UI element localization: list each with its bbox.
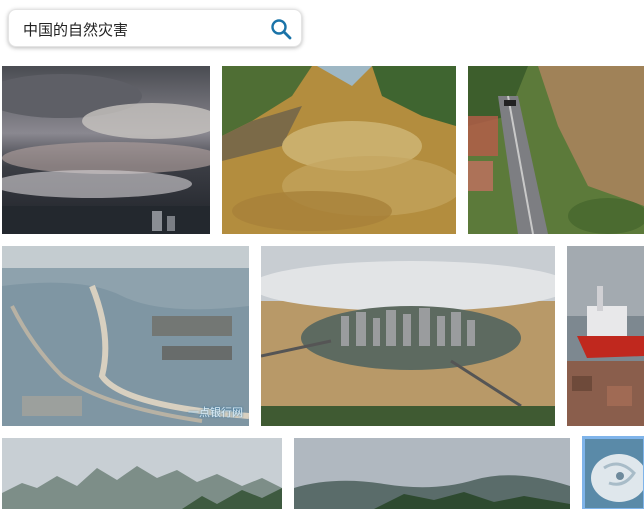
result-thumbnail-misty-lake[interactable]: [294, 438, 570, 509]
search-box: [8, 9, 302, 47]
result-thumbnail-karst-mountains[interactable]: [2, 438, 282, 509]
typhoon-ship-image: [567, 246, 644, 426]
flood-river-image: [222, 66, 456, 234]
watermark-text: 一点银行网: [188, 406, 243, 419]
search-button[interactable]: [267, 15, 295, 43]
search-icon: [271, 19, 292, 40]
karst-mountains-image: [2, 438, 282, 509]
result-thumbnail-typhoon-ship[interactable]: [567, 246, 644, 426]
result-thumbnail-flooded-city[interactable]: [261, 246, 555, 426]
landslide-highway-image: [468, 66, 644, 234]
misty-lake-image: [294, 438, 570, 509]
result-thumbnail-flooded-coast[interactable]: 一点银行网: [2, 246, 249, 426]
satellite-typhoon-image: [584, 438, 644, 509]
storm-clouds-image: [2, 66, 210, 234]
flooded-coast-image: [2, 246, 249, 426]
flooded-city-image: [261, 246, 555, 426]
result-thumbnail-storm-clouds[interactable]: [2, 66, 210, 234]
result-thumbnail-satellite-typhoon[interactable]: [582, 436, 644, 509]
search-input[interactable]: [23, 16, 263, 42]
result-thumbnail-landslide-highway[interactable]: [468, 66, 644, 234]
result-thumbnail-flood-river[interactable]: [222, 66, 456, 234]
